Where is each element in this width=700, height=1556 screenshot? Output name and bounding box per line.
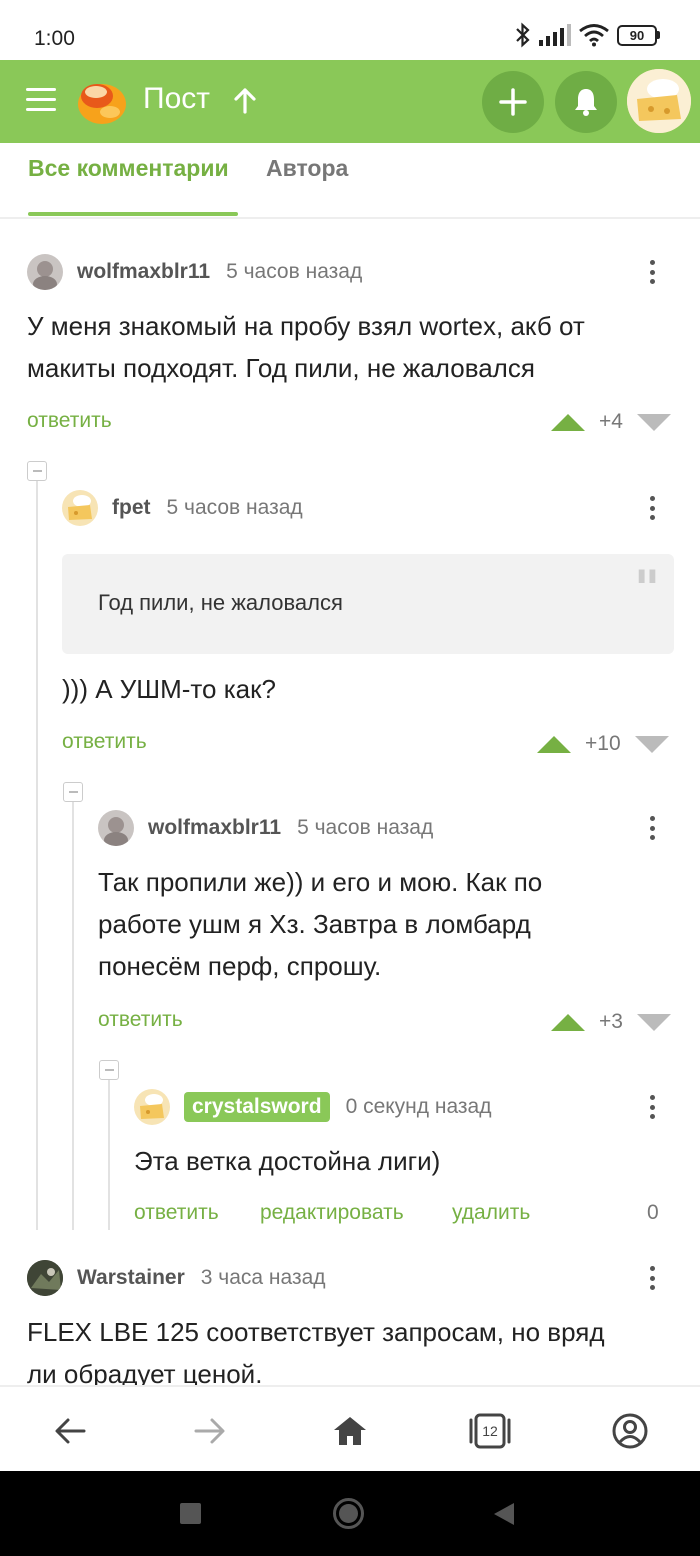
page-title: Пост (143, 82, 210, 115)
status-bar: 1:00 90 (0, 0, 700, 60)
back-button[interactable] (48, 1409, 92, 1453)
bell-icon (575, 89, 597, 116)
more-options-icon[interactable] (642, 810, 662, 846)
status-icons: 90 (515, 22, 660, 48)
edit-button[interactable]: редактировать (260, 1201, 404, 1225)
home-circle-icon[interactable] (333, 1498, 364, 1529)
reply-button[interactable]: ответить (27, 409, 112, 433)
downvote-icon[interactable] (636, 413, 671, 431)
add-post-button[interactable] (482, 71, 544, 133)
comment-score: +10 (585, 732, 621, 755)
home-icon (334, 1417, 366, 1445)
tabs-count: 12 (482, 1423, 498, 1439)
avatar[interactable] (62, 490, 98, 526)
cheese-avatar-icon (627, 69, 691, 133)
plus-icon (499, 88, 527, 116)
comment-rating: +10 (537, 732, 669, 756)
active-tab-indicator (28, 212, 238, 216)
collapse-thread-button[interactable] (63, 782, 83, 802)
arrow-up-icon[interactable] (232, 86, 258, 116)
more-options-icon[interactable] (642, 254, 662, 290)
comment-author[interactable]: Warstainer (77, 1266, 185, 1290)
comment-author[interactable]: wolfmaxblr11 (77, 260, 210, 284)
avatar[interactable] (98, 810, 134, 846)
comment-rating: +3 (551, 1010, 671, 1034)
reply-button[interactable]: ответить (134, 1201, 219, 1225)
thread-line[interactable] (108, 1078, 110, 1230)
reply-button[interactable]: ответить (98, 1008, 183, 1032)
quote-block: Год пили, не жаловался " (62, 554, 674, 654)
back-triangle-icon[interactable] (492, 1501, 516, 1527)
upvote-icon[interactable] (551, 1013, 585, 1031)
thread-line[interactable] (36, 480, 38, 1230)
comment-score: +3 (599, 1010, 623, 1033)
battery-icon: 90 (617, 24, 660, 46)
more-options-icon[interactable] (642, 490, 662, 526)
collapse-thread-button[interactable] (27, 461, 47, 481)
bottom-navigation: 12 (0, 1385, 700, 1471)
wifi-icon (579, 24, 609, 47)
comment-score: +4 (599, 410, 623, 433)
comment-time: 3 часа назад (200, 1266, 326, 1289)
more-options-icon[interactable] (642, 1089, 662, 1125)
app-header: Пост (0, 60, 700, 143)
profile-icon (612, 1413, 648, 1449)
downvote-icon[interactable] (636, 1013, 671, 1031)
arrow-left-icon (55, 1418, 86, 1444)
comment-text: У меня знакомый на пробу взял wortex, ак… (27, 311, 585, 383)
comment-time: 5 часов назад (166, 496, 303, 519)
profile-button[interactable] (608, 1409, 652, 1453)
comment-header: crystalsword 0 секунд назад (134, 1089, 491, 1125)
comment-author[interactable]: crystalsword (184, 1092, 330, 1122)
comment-time: 5 часов назад (297, 816, 434, 839)
arrow-right-icon (194, 1418, 225, 1444)
menu-icon[interactable] (26, 88, 56, 112)
notifications-button[interactable] (555, 71, 617, 133)
recent-apps-icon[interactable] (180, 1503, 201, 1524)
upvote-icon[interactable] (551, 413, 585, 431)
downvote-icon[interactable] (634, 735, 669, 753)
comment-header: fpet 5 часов назад (62, 490, 303, 526)
avatar[interactable] (134, 1089, 170, 1125)
comment-tabs: Все комментарии Автора (0, 143, 700, 219)
comment-text: Эта ветка достойна лиги) (134, 1146, 441, 1176)
collapse-thread-button[interactable] (99, 1060, 119, 1080)
comment-header: wolfmaxblr11 5 часов назад (27, 254, 362, 290)
quote-text: Год пили, не жаловался (98, 590, 343, 615)
tab-author[interactable]: Автора (266, 155, 348, 182)
signal-icon (539, 24, 571, 46)
comment-text: ))) А УШМ-то как? (62, 674, 276, 704)
battery-level: 90 (617, 24, 657, 46)
comment-time: 0 секунд назад (345, 1095, 492, 1118)
bluetooth-icon (516, 22, 530, 48)
thread-line[interactable] (72, 800, 74, 1230)
reply-button[interactable]: ответить (62, 730, 147, 754)
avatar[interactable] (27, 1260, 63, 1296)
system-navigation (0, 1471, 700, 1556)
comment-score: 0 (647, 1201, 659, 1224)
tabs-button[interactable]: 12 (468, 1409, 512, 1453)
forward-button[interactable] (188, 1409, 232, 1453)
comment-header: Warstainer 3 часа назад (27, 1260, 326, 1296)
comment-author[interactable]: wolfmaxblr11 (148, 816, 281, 840)
comment-text: FLEX LBE 125 соответствует запросам, но … (27, 1317, 605, 1385)
upvote-icon[interactable] (537, 735, 571, 753)
comment-rating: +4 (551, 410, 671, 434)
delete-button[interactable]: удалить (452, 1201, 530, 1225)
comment-author[interactable]: fpet (112, 496, 151, 520)
tab-all-comments[interactable]: Все комментарии (28, 155, 229, 182)
user-avatar[interactable] (627, 69, 691, 133)
avatar[interactable] (27, 254, 63, 290)
comment-time: 5 часов назад (226, 260, 363, 283)
status-time: 1:00 (34, 27, 75, 50)
pikabu-logo[interactable] (76, 76, 128, 126)
comment-header: wolfmaxblr11 5 часов назад (98, 810, 433, 846)
more-options-icon[interactable] (642, 1260, 662, 1296)
home-button[interactable] (328, 1409, 372, 1453)
quote-icon: " (633, 559, 660, 618)
comment-text: Так пропили же)) и его и мою. Как по раб… (98, 867, 543, 981)
